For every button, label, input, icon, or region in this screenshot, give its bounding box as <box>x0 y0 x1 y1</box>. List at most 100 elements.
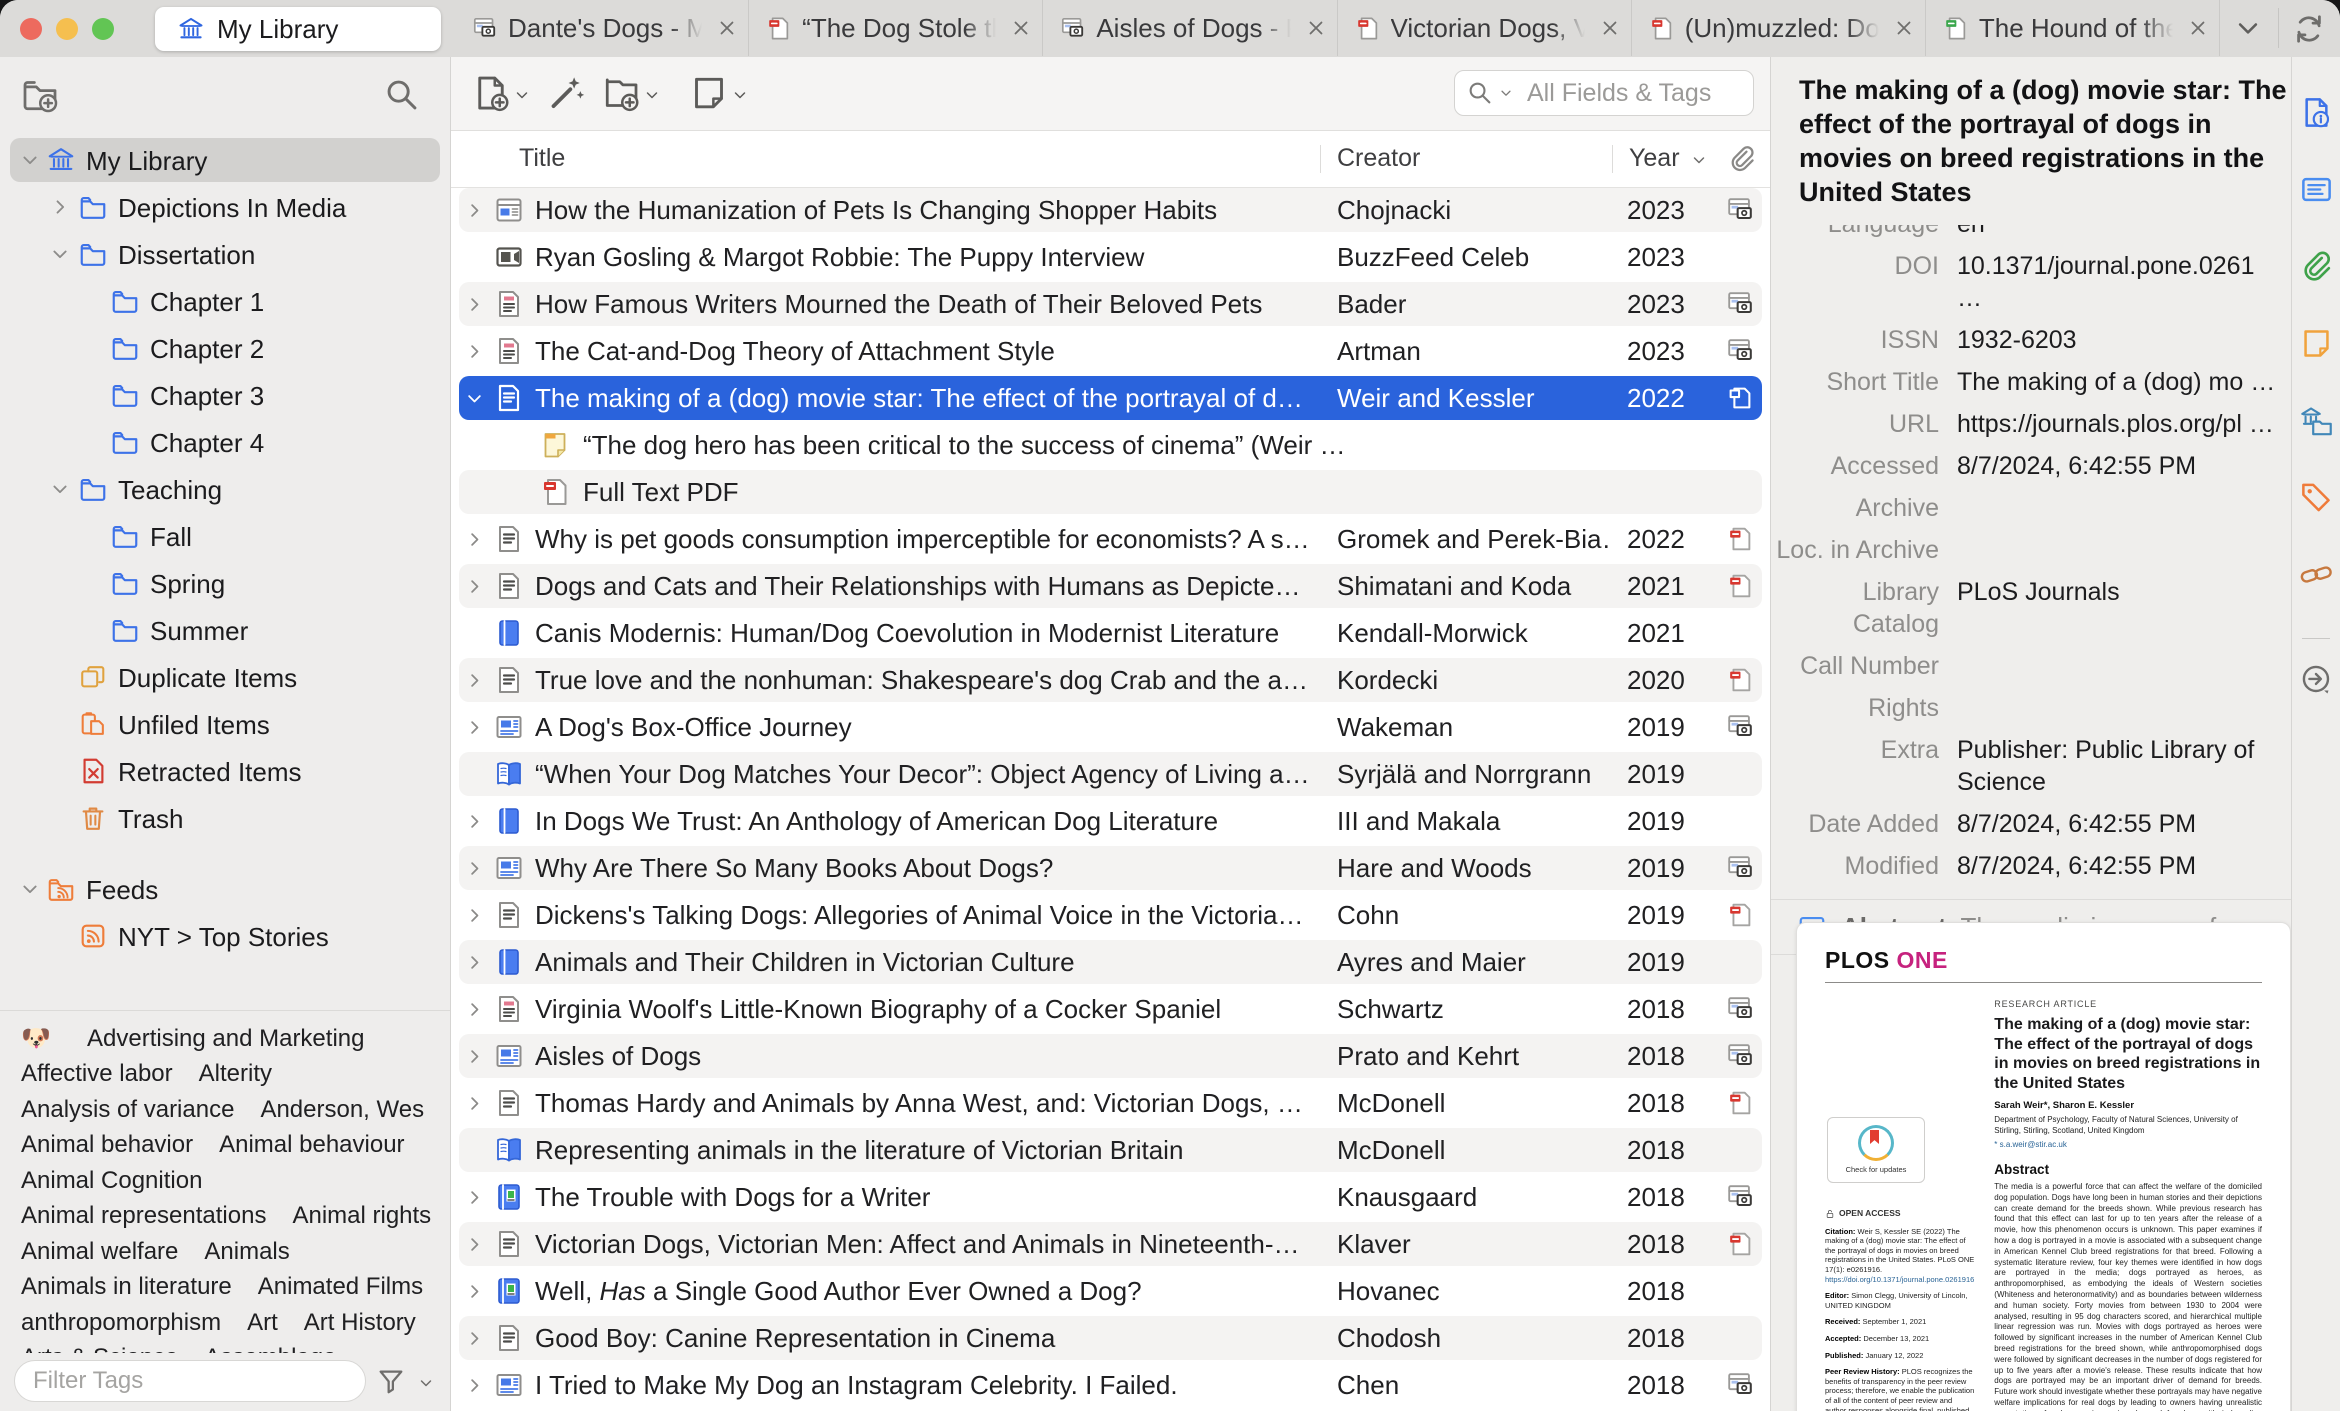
tag-item[interactable]: Animal welfare <box>21 1238 178 1266</box>
field-value[interactable]: 8/7/2024, 6:42:55 PM <box>1957 808 2279 840</box>
field-value[interactable]: en <box>1957 225 2279 240</box>
abstract-pane-icon[interactable] <box>2299 172 2334 207</box>
sidebar-item-summer[interactable]: Summer <box>0 607 450 654</box>
item-row[interactable]: Well, Has a Single Good Author Ever Owne… <box>451 1268 1770 1315</box>
document-tab[interactable]: The Hound of the Ba <box>1926 0 2221 56</box>
chevron-right-icon[interactable] <box>465 342 484 361</box>
chevron-right-icon[interactable] <box>465 1282 484 1301</box>
chevron-right-icon[interactable] <box>465 953 484 972</box>
item-row[interactable]: The Trouble with Dogs for a Writer Knausg… <box>451 1174 1770 1221</box>
field-value[interactable] <box>1957 534 2279 566</box>
search-scope-chevron-icon[interactable] <box>1499 86 1513 100</box>
item-row[interactable]: Ryan Gosling & Margot Robbie: The Puppy … <box>451 234 1770 281</box>
sync-icon[interactable] <box>2292 12 2326 46</box>
new-attachment-icon[interactable] <box>601 73 641 113</box>
new-item-chevron-icon[interactable] <box>514 87 530 103</box>
tag-filter-funnel-icon[interactable] <box>376 1366 406 1396</box>
attachment-column-icon[interactable] <box>1727 144 1757 174</box>
zoom-window-button[interactable] <box>92 18 114 40</box>
chevron-right-icon[interactable] <box>465 577 484 596</box>
locate-pane-icon[interactable] <box>2299 662 2334 697</box>
new-note-chevron-icon[interactable] <box>732 87 748 103</box>
item-row[interactable]: Why Are There So Many Books About Dogs? H… <box>451 845 1770 892</box>
document-tab[interactable]: “The Dog Stole the P <box>749 0 1044 56</box>
tag-item[interactable]: Animal behavior <box>21 1131 193 1159</box>
item-row[interactable]: True love and the nonhuman: Shakespeare'… <box>451 657 1770 704</box>
chevron-down-icon[interactable] <box>465 389 484 408</box>
chevron-right-icon[interactable] <box>465 1094 484 1113</box>
tag-item[interactable]: Animated Films <box>258 1273 423 1301</box>
tag-item[interactable]: anthropomorphism <box>21 1309 221 1337</box>
tag-item[interactable]: Animal representations <box>21 1202 266 1230</box>
item-row[interactable]: In Dogs We Trust: An Anthology of Americ… <box>451 798 1770 845</box>
item-row[interactable]: Dogs and Cats and Their Relationships wi… <box>451 563 1770 610</box>
field-value[interactable] <box>1957 650 2279 682</box>
tag-item[interactable]: Alterity <box>199 1060 272 1088</box>
chevron-right-icon[interactable] <box>465 1329 484 1348</box>
field-value[interactable] <box>1957 692 2279 724</box>
new-attachment-chevron-icon[interactable] <box>644 87 660 103</box>
items-search-box[interactable]: All Fields & Tags <box>1454 70 1754 116</box>
column-header-creator[interactable]: Creator <box>1337 144 1420 173</box>
field-value[interactable]: 1932-6203 <box>1957 324 2279 356</box>
chevron-down-icon[interactable] <box>20 150 40 170</box>
chevron-right-icon[interactable] <box>465 1047 484 1066</box>
close-tab-icon[interactable] <box>1010 17 1032 39</box>
sidebar-item-feeds[interactable]: Feeds <box>0 866 450 913</box>
close-tab-icon[interactable] <box>716 17 738 39</box>
tab-my-library[interactable]: My Library <box>155 7 441 51</box>
notes-pane-icon[interactable] <box>2299 326 2334 361</box>
tab-list-chevron-icon[interactable] <box>2228 14 2268 42</box>
attachment-pdf-preview[interactable]: PLOS ONE Check for updates OPEN ACCESS C… <box>1796 922 2291 1411</box>
item-row[interactable]: I Tried to Make My Dog an Instagram Cele… <box>451 1362 1770 1409</box>
column-header-title[interactable]: Title <box>519 144 565 173</box>
chevron-right-icon[interactable] <box>465 812 484 831</box>
new-item-icon[interactable] <box>471 73 511 113</box>
tag-item[interactable]: Art <box>247 1309 278 1337</box>
tag-item[interactable]: Anderson, Wes <box>260 1096 424 1124</box>
sidebar-item-retracted-items[interactable]: Retracted Items <box>0 748 450 795</box>
field-value[interactable]: 10.1371/journal.pone.0261 … <box>1957 250 2279 314</box>
chevron-right-icon[interactable] <box>465 530 484 549</box>
tags-pane-icon[interactable] <box>2299 480 2334 515</box>
chevron-right-icon[interactable] <box>465 859 484 878</box>
document-tab[interactable]: (Un)muzzled: Dogs i <box>1632 0 1926 56</box>
item-row[interactable]: Why is pet goods consumption imperceptib… <box>451 516 1770 563</box>
item-row[interactable]: Representing animals in the literature o… <box>451 1127 1770 1174</box>
sidebar-item-chapter-1[interactable]: Chapter 1 <box>0 278 450 325</box>
item-row[interactable]: Animals and Their Children in Victorian … <box>451 939 1770 986</box>
item-row[interactable]: The Cat-and-Dog Theory of Attachment Sty… <box>451 328 1770 375</box>
chevron-right-icon[interactable] <box>465 718 484 737</box>
sidebar-item-teaching[interactable]: Teaching <box>0 466 450 513</box>
chevron-right-icon[interactable] <box>465 906 484 925</box>
attachments-pane-icon[interactable] <box>2299 249 2334 284</box>
sidebar-item-nyt-top-stories[interactable]: NYT > Top Stories <box>0 913 450 960</box>
add-by-identifier-icon[interactable] <box>546 73 586 113</box>
chevron-right-icon[interactable] <box>465 671 484 690</box>
document-tab[interactable]: Dante's Dogs - Mang <box>455 0 750 56</box>
column-divider[interactable] <box>1612 145 1613 173</box>
column-divider[interactable] <box>1320 145 1321 173</box>
field-value[interactable]: PLoS Journals <box>1957 576 2279 640</box>
item-row[interactable]: Canis Modernis: Human/Dog Coevolution in… <box>451 610 1770 657</box>
chevron-right-icon[interactable] <box>465 201 484 220</box>
tag-item[interactable]: Animals in literature <box>21 1273 232 1301</box>
tag-filter-chevron-icon[interactable] <box>418 1375 434 1391</box>
item-child-row[interactable]: Full Text PDF <box>451 469 1770 516</box>
document-tab[interactable]: Victorian Dogs, Victo <box>1338 0 1632 56</box>
item-row[interactable]: A Dog's Box-Office Journey Wakeman 2019 <box>451 704 1770 751</box>
chevron-right-icon[interactable] <box>465 295 484 314</box>
chevron-down-icon[interactable] <box>50 244 70 264</box>
item-row[interactable]: “When Your Dog Matches Your Decor”: Obje… <box>451 751 1770 798</box>
sidebar-item-chapter-3[interactable]: Chapter 3 <box>0 372 450 419</box>
tag-item[interactable]: Affective labor <box>21 1060 173 1088</box>
chevron-down-icon[interactable] <box>20 879 40 899</box>
info-pane-icon[interactable] <box>2299 95 2334 130</box>
sidebar-item-duplicate-items[interactable]: Duplicate Items <box>0 654 450 701</box>
tag-item[interactable]: Art History <box>304 1309 416 1337</box>
sidebar-item-depictions-in-media[interactable]: Depictions In Media <box>0 184 450 231</box>
tag-item[interactable]: Animal behaviour <box>219 1131 404 1159</box>
minimize-window-button[interactable] <box>56 18 78 40</box>
item-row[interactable]: Dickens's Talking Dogs: Allegories of An… <box>451 892 1770 939</box>
tag-item[interactable]: Arts & Science <box>21 1344 178 1353</box>
